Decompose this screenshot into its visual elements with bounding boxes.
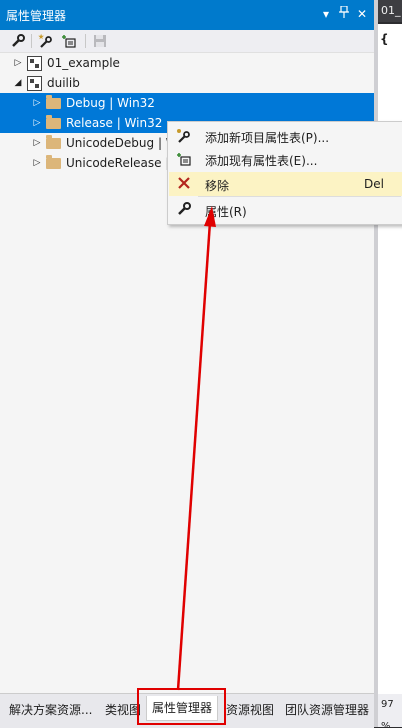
tab-solution-explorer[interactable]: 解决方案资源... bbox=[9, 699, 92, 721]
context-menu: 添加新项目属性表(P)... 添加现有属性表(E)... 移除 Del 属性(R… bbox=[167, 121, 402, 225]
folder-icon bbox=[46, 95, 62, 110]
tab-class-view[interactable]: 类视图 bbox=[105, 699, 141, 721]
expand-arrow-icon[interactable]: ▷ bbox=[32, 158, 42, 168]
dropdown-icon[interactable]: ▾ bbox=[318, 6, 334, 22]
menu-item-add-existing-property-sheet[interactable]: 添加现有属性表(E)... bbox=[169, 147, 402, 171]
tab-team-explorer[interactable]: 团队资源管理器 bbox=[285, 699, 369, 721]
remove-icon bbox=[176, 176, 192, 192]
add-new-property-sheet-icon bbox=[176, 128, 192, 144]
save-icon[interactable] bbox=[91, 32, 109, 50]
menu-item-label: 添加现有属性表(E)... bbox=[205, 154, 318, 168]
editor-area: 01_ { 97 % bbox=[378, 0, 402, 727]
tree-item-label: 01_example bbox=[47, 56, 120, 70]
tree-item-label: duilib bbox=[47, 76, 80, 90]
tree-item-duilib[interactable]: ◢ duilib bbox=[0, 73, 374, 93]
menu-item-label: 移除 bbox=[205, 179, 230, 193]
zoom-level[interactable]: 97 % bbox=[378, 694, 402, 727]
add-existing-property-sheet-icon bbox=[176, 151, 192, 167]
menu-item-shortcut: Del bbox=[364, 177, 384, 191]
toolbar bbox=[0, 30, 374, 53]
tree-item-01-example[interactable]: ▷ 01_example bbox=[0, 53, 374, 73]
menu-separator bbox=[198, 196, 401, 197]
toolbar-separator bbox=[31, 34, 32, 48]
menu-item-properties[interactable]: 属性(R) bbox=[169, 198, 402, 222]
toolbar-separator bbox=[85, 34, 86, 48]
add-new-property-sheet-icon[interactable] bbox=[37, 32, 55, 50]
expand-arrow-icon[interactable]: ▷ bbox=[32, 138, 42, 148]
menu-item-label: 属性(R) bbox=[205, 205, 247, 219]
code-brace-icon: { bbox=[380, 32, 389, 46]
menu-item-remove[interactable]: 移除 Del bbox=[169, 172, 402, 196]
property-manager-panel: 属性管理器 ▾ ✕ ▷ 01_example ◢ duilib ▷ Debug … bbox=[0, 0, 374, 728]
pin-icon[interactable] bbox=[336, 5, 352, 22]
tree-item-debug-win32[interactable]: ▷ Debug | Win32 bbox=[0, 93, 374, 113]
expand-arrow-icon[interactable]: ▷ bbox=[32, 98, 42, 108]
tree-item-label: UnicodeDebug | W bbox=[66, 136, 178, 150]
wrench-icon bbox=[176, 202, 192, 218]
menu-item-label: 添加新项目属性表(P)... bbox=[205, 131, 330, 145]
annotation-highlight-box bbox=[137, 688, 226, 725]
collapse-arrow-icon[interactable]: ◢ bbox=[13, 78, 23, 88]
expand-arrow-icon[interactable]: ▷ bbox=[13, 58, 23, 68]
menu-item-add-new-property-sheet[interactable]: 添加新项目属性表(P)... bbox=[169, 124, 402, 148]
project-icon bbox=[27, 56, 43, 71]
tree-item-label: Debug | Win32 bbox=[66, 96, 155, 110]
folder-icon bbox=[46, 155, 62, 170]
properties-icon[interactable] bbox=[9, 32, 27, 50]
tab-resource-view[interactable]: 资源视图 bbox=[226, 699, 274, 721]
add-existing-property-sheet-icon[interactable] bbox=[60, 32, 78, 50]
panel-title-bar: 属性管理器 ▾ ✕ bbox=[0, 0, 374, 30]
folder-icon bbox=[46, 135, 62, 150]
document-tab[interactable]: 01_ bbox=[378, 0, 402, 22]
tree-item-label: UnicodeRelease | bbox=[66, 156, 170, 170]
folder-icon bbox=[46, 115, 62, 130]
expand-arrow-icon[interactable]: ▷ bbox=[32, 118, 42, 128]
close-icon[interactable]: ✕ bbox=[354, 6, 370, 22]
tree-item-label: Release | Win32 bbox=[66, 116, 163, 130]
project-icon bbox=[27, 76, 43, 91]
panel-title: 属性管理器 bbox=[6, 9, 67, 23]
